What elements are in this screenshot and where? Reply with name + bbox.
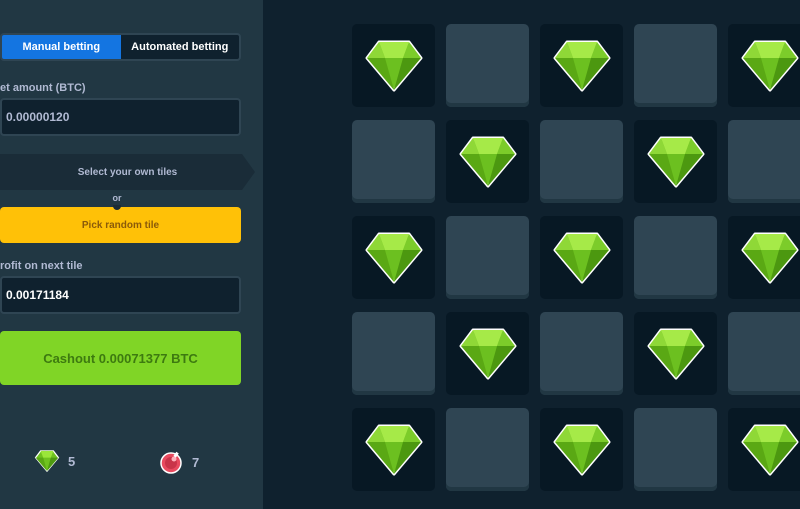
tile-gem — [728, 216, 800, 299]
bet-amount-label: et amount (BTC) — [0, 82, 86, 94]
controls-sidebar: Manual betting Automated betting et amou… — [0, 0, 263, 509]
tab-automated-betting[interactable]: Automated betting — [121, 35, 240, 59]
gem-icon — [553, 424, 610, 475]
mine-icon — [160, 451, 182, 474]
gem-icon — [459, 136, 516, 187]
gems-count: 5 — [68, 453, 76, 469]
gem-icon — [647, 136, 704, 187]
mines-board — [263, 0, 800, 509]
gem-icon — [741, 40, 798, 91]
tile-gem — [352, 408, 435, 491]
gem-icon — [741, 232, 798, 283]
betting-mode-tabs: Manual betting Automated betting — [0, 33, 241, 61]
tab-manual-betting[interactable]: Manual betting — [2, 35, 121, 59]
profit-label: rofit on next tile — [0, 260, 83, 272]
tile-hidden[interactable] — [634, 216, 717, 299]
gem-icon — [459, 328, 516, 379]
gem-icon — [365, 424, 422, 475]
tile-hidden[interactable] — [446, 216, 529, 299]
tile-hidden[interactable] — [634, 24, 717, 107]
tile-hidden[interactable] — [540, 312, 623, 395]
tile-hidden[interactable] — [634, 408, 717, 491]
tile-gem — [540, 24, 623, 107]
tile-gem — [352, 216, 435, 299]
tile-gem — [352, 24, 435, 107]
gem-icon — [365, 232, 422, 283]
tile-hidden[interactable] — [728, 120, 800, 203]
gem-icon — [741, 424, 798, 475]
pick-random-tile-button[interactable]: Pick random tile — [0, 207, 241, 243]
bet-amount-input[interactable]: 0.00000120 — [0, 98, 241, 136]
tile-gem — [728, 408, 800, 491]
tile-hidden[interactable] — [728, 312, 800, 395]
mines-count: 7 — [192, 454, 200, 470]
cashout-button[interactable]: Cashout 0.00071377 BTC — [0, 331, 241, 385]
tile-hidden[interactable] — [446, 24, 529, 107]
gem-icon — [553, 40, 610, 91]
tile-gem — [634, 120, 717, 203]
tile-gem — [540, 408, 623, 491]
select-tiles-hint: Select your own tiles — [0, 154, 255, 190]
tile-hidden[interactable] — [446, 408, 529, 491]
tile-hidden[interactable] — [352, 120, 435, 203]
gems-stat: 5 — [34, 450, 75, 472]
gem-icon — [553, 232, 610, 283]
tile-gem — [728, 24, 800, 107]
tile-gem — [446, 120, 529, 203]
tile-gem — [446, 312, 529, 395]
gem-icon — [365, 40, 422, 91]
gem-icon — [34, 450, 60, 472]
or-separator: or — [112, 193, 122, 203]
tile-gem — [540, 216, 623, 299]
tile-hidden[interactable] — [540, 120, 623, 203]
tile-gem — [634, 312, 717, 395]
profit-value-field: 0.00171184 — [0, 276, 241, 314]
tile-hidden[interactable] — [352, 312, 435, 395]
mines-stat: 7 — [158, 450, 199, 474]
gem-icon — [647, 328, 704, 379]
